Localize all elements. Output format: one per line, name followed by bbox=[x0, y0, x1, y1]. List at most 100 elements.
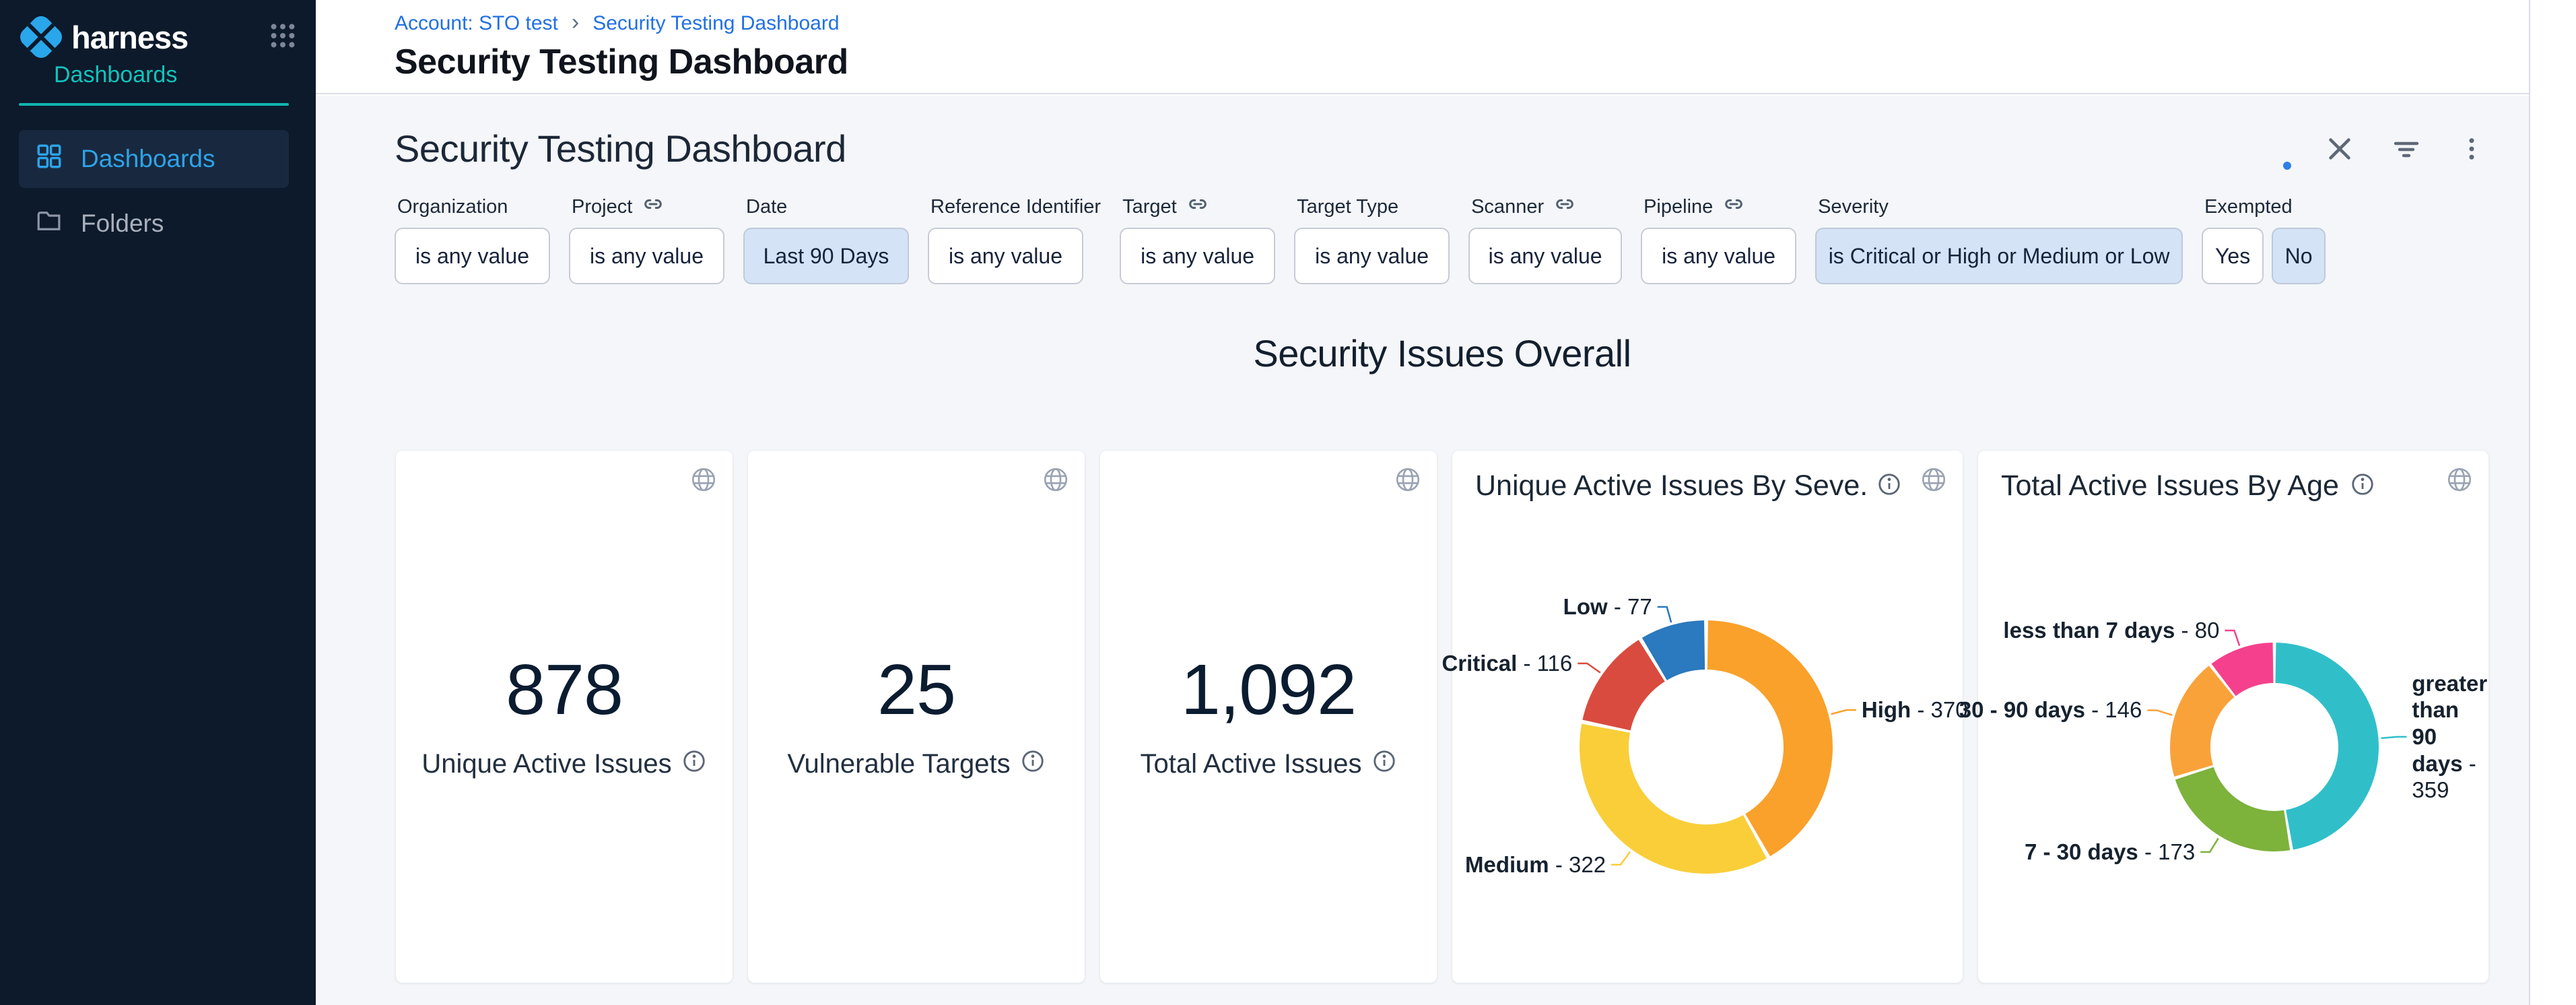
filter-organization-label: Organization bbox=[397, 195, 550, 219]
cards-row: 878 Unique Active Issues 25 Vulnerable Targ… bbox=[396, 451, 2529, 983]
section-heading: Security Issues Overall bbox=[396, 331, 2488, 375]
filter-icon[interactable] bbox=[2390, 133, 2422, 165]
breadcrumb-chevron-icon: › bbox=[572, 11, 579, 36]
filter-date-label: Date bbox=[746, 195, 909, 219]
donut-slice-low[interactable] bbox=[1654, 645, 1704, 659]
link-icon bbox=[1722, 193, 1745, 221]
label-leader-line bbox=[1611, 851, 1630, 864]
info-icon[interactable] bbox=[1371, 748, 1397, 781]
filter-scanner: Scanner is any value bbox=[1468, 195, 1622, 284]
harness-logo-icon[interactable] bbox=[19, 15, 63, 59]
chart-card-unique-active-issues-by-seve: Unique Active Issues By Seve...High - 37… bbox=[1452, 451, 1963, 983]
donut-slice-less-than-7-days[interactable] bbox=[2224, 663, 2273, 680]
stat-label: Total Active Issues bbox=[1140, 748, 1396, 781]
filter-date: Date Last 90 Days bbox=[743, 195, 909, 284]
globe-icon[interactable] bbox=[1042, 465, 1070, 494]
link-icon bbox=[1186, 193, 1209, 221]
info-icon[interactable] bbox=[681, 748, 707, 781]
stat-label-text: Unique Active Issues bbox=[421, 749, 671, 779]
donut-slice-greater-than-90-days[interactable] bbox=[2276, 663, 2359, 830]
pie-label-greater-than-90-days: greater than 90 days - 359 bbox=[2412, 670, 2482, 804]
top-header: Account: STO test › Security Testing Das… bbox=[316, 0, 2529, 94]
globe-icon[interactable] bbox=[1394, 465, 1422, 494]
filter-target-type-label: Target Type bbox=[1297, 195, 1450, 219]
donut-slice-30-90-days[interactable] bbox=[2190, 682, 2222, 771]
filter-target-label: Target bbox=[1122, 195, 1275, 219]
filter-exempted-options: YesNo bbox=[2202, 228, 2326, 284]
stat-value: 25 bbox=[877, 653, 955, 727]
pie-label-medium: Medium - 322 bbox=[1465, 851, 1606, 878]
filter-reference-identifier-label: Reference Identifier bbox=[930, 195, 1101, 219]
stat-card-total-active-issues: 1,092Total Active Issues bbox=[1100, 451, 1437, 983]
donut-slice-high[interactable] bbox=[1707, 645, 1808, 835]
filter-scanner-value[interactable]: is any value bbox=[1468, 228, 1622, 284]
pie-label-30-90-days: 30 - 90 days - 146 bbox=[1959, 697, 2142, 724]
pie-label-low: Low - 77 bbox=[1563, 593, 1652, 620]
filter-target-type: Target Type is any value bbox=[1294, 195, 1450, 284]
donut-slice-critical[interactable] bbox=[1606, 661, 1652, 725]
brand-row: harness bbox=[0, 0, 316, 59]
label-leader-line bbox=[2381, 737, 2406, 738]
filter-pipeline: Pipelineis any value bbox=[1641, 195, 1796, 284]
stat-label: Vulnerable Targets bbox=[787, 748, 1045, 781]
filter-reference-identifier: Reference Identifier is any value bbox=[928, 195, 1101, 284]
filter-organization: Organization is any value bbox=[395, 195, 550, 284]
filter-target: Target is any value bbox=[1120, 195, 1275, 284]
sidebar-item-folders[interactable]: Folders bbox=[19, 195, 289, 253]
donut-slice-medium[interactable] bbox=[1604, 728, 1755, 849]
page-title: Security Testing Dashboard bbox=[395, 42, 2529, 82]
breadcrumb: Account: STO test › Security Testing Das… bbox=[395, 11, 2529, 36]
dashboard-panel-title: Security Testing Dashboard bbox=[395, 127, 846, 170]
stat-card-unique-active-issues: 878 Unique Active Issues bbox=[396, 451, 733, 983]
apps-grid-icon[interactable] bbox=[267, 20, 298, 55]
dashboards-grid-icon bbox=[35, 142, 63, 176]
filter-exempted: Exempted YesNo bbox=[2202, 195, 2326, 284]
donut-slice-7-30-days[interactable] bbox=[2194, 773, 2286, 831]
filter-severity-value[interactable]: is Critical or High or Medium or Low bbox=[1815, 228, 2183, 284]
stat-label-text: Vulnerable Targets bbox=[787, 749, 1010, 779]
filter-exempted-label: Exempted bbox=[2204, 195, 2326, 219]
sidebar: harness Dashboards Dashboards bbox=[0, 0, 316, 1005]
link-icon bbox=[642, 193, 665, 221]
sidebar-item-dashboards[interactable]: Dashboards bbox=[19, 130, 289, 188]
filter-pipeline-value[interactable]: is any value bbox=[1641, 228, 1796, 284]
breadcrumb-current-link[interactable]: Security Testing Dashboard bbox=[592, 12, 839, 35]
filter-date-value[interactable]: Last 90 Days bbox=[743, 228, 909, 284]
right-rail bbox=[2529, 0, 2576, 1005]
pie-label-less-than-7-days: less than 7 days - 80 bbox=[2003, 617, 2219, 644]
close-icon[interactable] bbox=[2324, 133, 2355, 164]
filter-project-value[interactable]: is any value bbox=[569, 228, 724, 284]
label-leader-line bbox=[1578, 663, 1600, 673]
filter-reference-identifier-value[interactable]: is any value bbox=[928, 228, 1083, 284]
filter-project-label: Project bbox=[572, 195, 724, 219]
stat-value: 878 bbox=[506, 653, 623, 727]
sidebar-item-label: Dashboards bbox=[81, 145, 215, 173]
stat-label: Unique Active Issues bbox=[421, 748, 706, 781]
kebab-menu-icon[interactable] bbox=[2458, 135, 2486, 163]
pie-label-critical: Critical - 116 bbox=[1442, 650, 1572, 677]
filter-organization-value[interactable]: is any value bbox=[395, 228, 550, 284]
info-icon[interactable] bbox=[1020, 748, 1046, 781]
label-leader-line bbox=[1658, 607, 1671, 622]
filter-target-value[interactable]: is any value bbox=[1120, 228, 1275, 284]
breadcrumb-account-link[interactable]: Account: STO test bbox=[395, 12, 558, 35]
pie-label-high: High - 370 bbox=[1862, 696, 1968, 723]
chart-card-total-active-issues-by-age: Total Active Issues By Agegreater than 9… bbox=[1978, 451, 2488, 983]
filter-severity: Severityis Critical or High or Medium or… bbox=[1815, 195, 2183, 284]
filter-exempted-no-button[interactable]: No bbox=[2272, 228, 2326, 284]
brand-name: harness bbox=[71, 19, 188, 56]
filter-scanner-label: Scanner bbox=[1471, 195, 1622, 219]
filter-target-type-value[interactable]: is any value bbox=[1294, 228, 1450, 284]
label-leader-line bbox=[2147, 710, 2172, 715]
filter-project: Project is any value bbox=[569, 195, 724, 284]
filter-exempted-yes-button[interactable]: Yes bbox=[2202, 228, 2264, 284]
label-leader-line bbox=[2225, 630, 2239, 646]
globe-icon[interactable] bbox=[689, 465, 718, 494]
folder-icon bbox=[35, 207, 63, 241]
donut-chart: greater than 90 days - 359 7 - 30 days - … bbox=[1978, 451, 2488, 983]
product-name: Dashboards bbox=[0, 59, 316, 88]
sidebar-item-label: Folders bbox=[81, 209, 164, 238]
pie-label-7-30-days: 7 - 30 days - 173 bbox=[2025, 839, 2195, 866]
sidebar-nav: Dashboards Folders bbox=[0, 130, 316, 253]
panel-head: Security Testing Dashboard bbox=[316, 96, 2529, 170]
